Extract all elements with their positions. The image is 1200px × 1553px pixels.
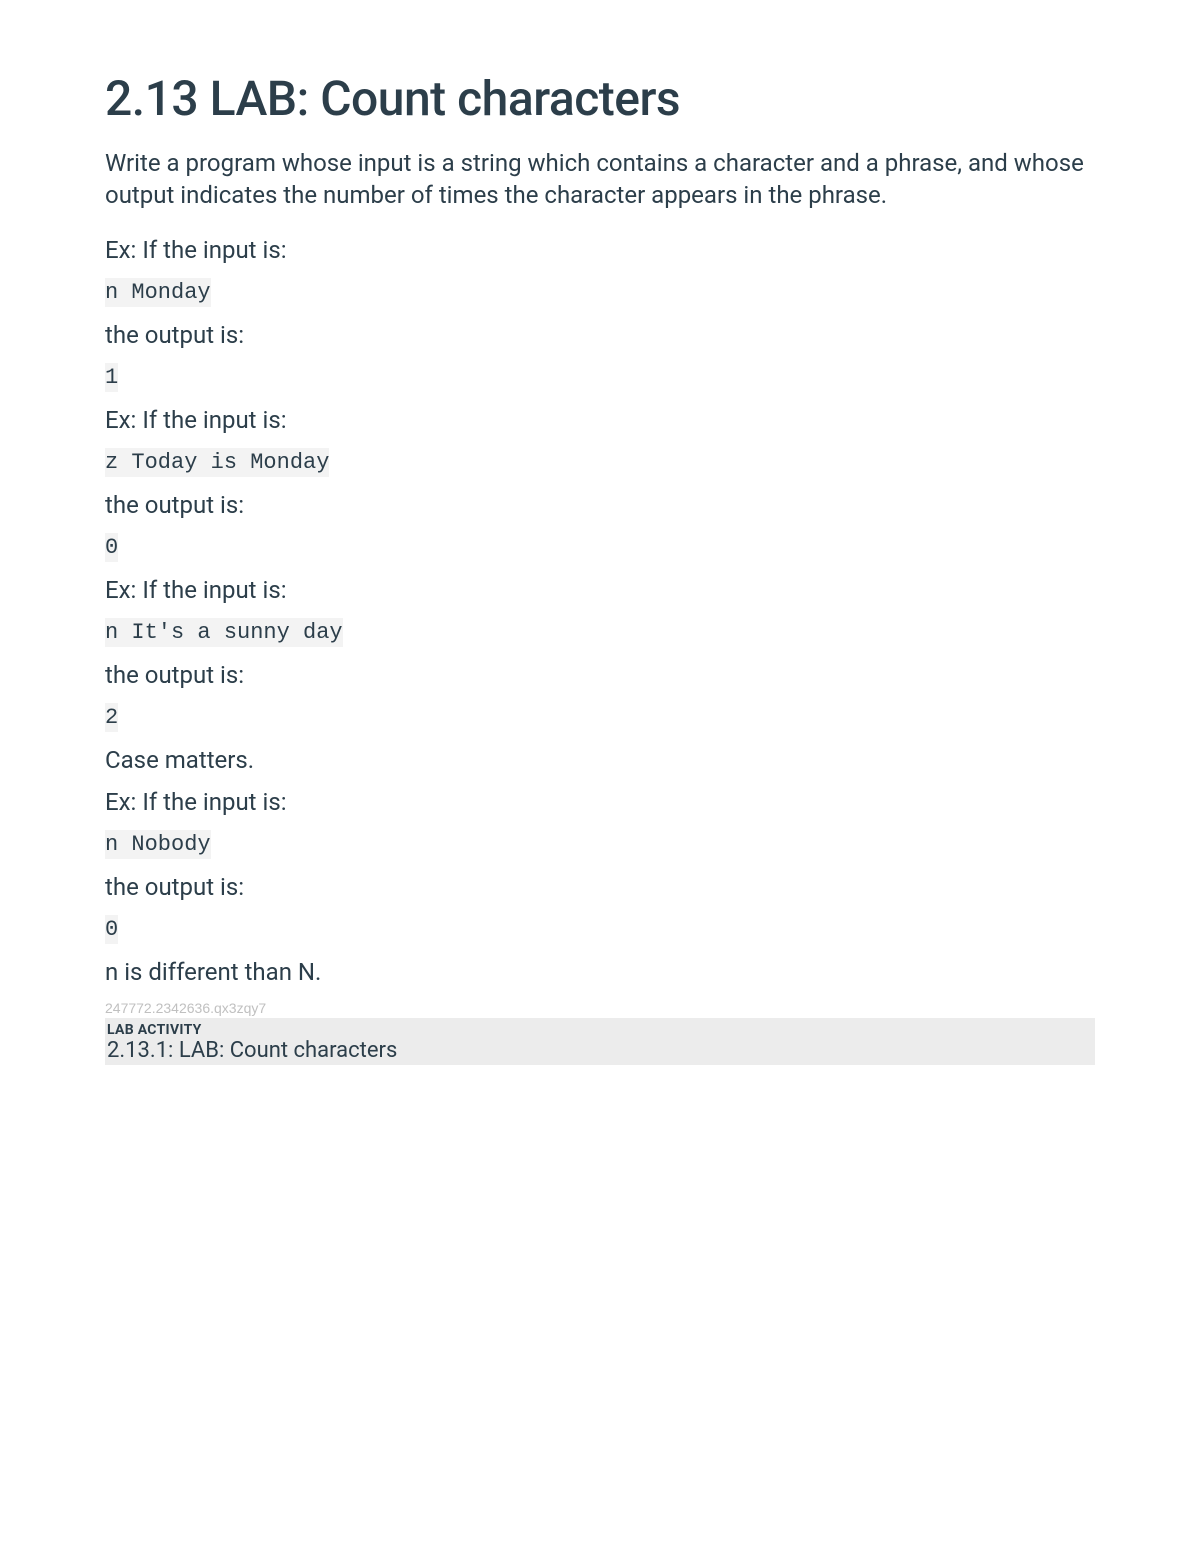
example-output: 0	[105, 915, 118, 944]
hash-code: 247772.2342636.qx3zqy7	[105, 1000, 1095, 1016]
example-prompt: Ex: If the input is:	[105, 406, 1095, 434]
closing-note: n is different than N.	[105, 958, 1095, 986]
lab-activity-label: LAB ACTIVITY	[107, 1022, 1093, 1038]
example-input: z Today is Monday	[105, 448, 329, 477]
example-prompt: Ex: If the input is:	[105, 576, 1095, 604]
page-title: 2.13 LAB: Count characters	[105, 70, 1095, 127]
example-prompt: Ex: If the input is:	[105, 236, 1095, 264]
example-output: 1	[105, 363, 118, 392]
example-input: n It's a sunny day	[105, 618, 343, 647]
example-output: 2	[105, 703, 118, 732]
lab-activity-title: 2.13.1: LAB: Count characters	[107, 1038, 1093, 1063]
example-output: 0	[105, 533, 118, 562]
example-input: n Nobody	[105, 830, 211, 859]
example-prompt: Ex: If the input is:	[105, 788, 1095, 816]
output-label: the output is:	[105, 873, 1095, 901]
output-label: the output is:	[105, 321, 1095, 349]
output-label: the output is:	[105, 491, 1095, 519]
example-input: n Monday	[105, 278, 211, 307]
case-note: Case matters.	[105, 746, 1095, 774]
output-label: the output is:	[105, 661, 1095, 689]
lab-activity-bar: LAB ACTIVITY 2.13.1: LAB: Count characte…	[105, 1018, 1095, 1065]
intro-paragraph: Write a program whose input is a string …	[105, 147, 1095, 212]
